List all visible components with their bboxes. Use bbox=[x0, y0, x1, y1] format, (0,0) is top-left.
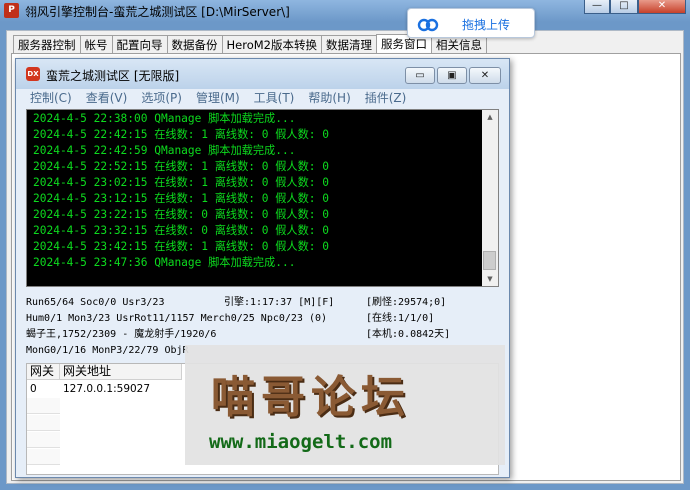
scroll-down-icon[interactable]: ▼ bbox=[482, 272, 498, 286]
log-line: 2024-4-5 22:42:15 在线数: 1 离线数: 0 假人数: 0 bbox=[33, 128, 330, 141]
dx-logo-icon: DX bbox=[26, 67, 40, 81]
outer-window-title: 翎风引擎控制台-蛮荒之城测试区 [D:\MirServer\] bbox=[25, 5, 290, 19]
table-row bbox=[27, 398, 60, 414]
log-line: 2024-4-5 22:52:15 在线数: 1 离线数: 0 假人数: 0 bbox=[33, 160, 330, 173]
inner-window-title: 蛮荒之城测试区 [无限版] bbox=[46, 69, 180, 83]
log-console[interactable]: 2024-4-5 22:38:00 QManage 脚本加载完成... 2024… bbox=[26, 109, 499, 287]
watermark-url: www.miaogelt.com bbox=[209, 431, 393, 453]
status-mon: MonG0/1/16 MonP3/22/79 ObjR bbox=[26, 345, 189, 356]
cloud-icon bbox=[417, 18, 439, 32]
menu-control[interactable]: 控制(C) bbox=[30, 89, 72, 107]
tab-server-control[interactable]: 服务器控制 bbox=[13, 35, 81, 54]
outer-minimize-button[interactable]: — bbox=[584, 0, 610, 14]
drag-upload-popup[interactable]: 拖拽上传 bbox=[407, 8, 535, 38]
inner-close-button[interactable]: ✕ bbox=[469, 67, 501, 84]
gateway-row-address[interactable]: 127.0.0.1:59027 bbox=[60, 381, 200, 398]
status-player: 蝎子王,1752/2309 - 魔龙射手/1920/6 bbox=[26, 329, 217, 340]
status-hum: Hum0/1 Mon3/23 UsrRot11/1157 Merch0/25 N… bbox=[26, 313, 328, 324]
log-line: 2024-4-5 23:22:15 在线数: 0 离线数: 0 假人数: 0 bbox=[33, 208, 330, 221]
app-logo-icon: P bbox=[4, 3, 19, 18]
gateway-row-id[interactable]: 0 bbox=[27, 381, 60, 398]
scroll-up-icon[interactable]: ▲ bbox=[482, 110, 498, 124]
drag-upload-label: 拖拽上传 bbox=[462, 18, 511, 32]
menu-options[interactable]: 选项(P) bbox=[141, 89, 182, 107]
gateway-address-col-header[interactable]: 网关地址 bbox=[60, 364, 182, 380]
menu-manage[interactable]: 管理(M) bbox=[196, 89, 240, 107]
watermark-title: 喵哥论坛 bbox=[211, 372, 411, 423]
gateway-col-header[interactable]: 网关 bbox=[27, 364, 60, 380]
tab-account[interactable]: 帐号 bbox=[79, 35, 113, 54]
table-row bbox=[27, 415, 60, 431]
status-run: Run65/64 Soc0/0 Usr3/23 bbox=[26, 297, 165, 308]
inner-title-bar[interactable]: DX 蛮荒之城测试区 [无限版] ▭ ▣ ✕ bbox=[16, 59, 509, 89]
inner-maximize-button[interactable]: ▣ bbox=[437, 67, 467, 84]
status-engine-time: 引擎:1:17:37 [M][F] bbox=[224, 297, 335, 308]
log-line: 2024-4-5 23:42:15 在线数: 1 离线数: 0 假人数: 0 bbox=[33, 240, 330, 253]
status-online: [在线:1/1/0] bbox=[366, 313, 435, 324]
tab-data-backup[interactable]: 数据备份 bbox=[166, 35, 223, 54]
menu-tools[interactable]: 工具(T) bbox=[254, 89, 295, 107]
status-local: [本机:0.0842天] bbox=[366, 329, 451, 340]
log-line: 2024-4-5 22:42:59 QManage 脚本加载完成... bbox=[33, 144, 296, 157]
table-row bbox=[27, 449, 60, 465]
outer-title-bar[interactable]: P 翎风引擎控制台-蛮荒之城测试区 [D:\MirServer\] — □ ✕ bbox=[0, 0, 690, 22]
log-line: 2024-4-5 23:12:15 在线数: 1 离线数: 0 假人数: 0 bbox=[33, 192, 330, 205]
log-line: 2024-4-5 23:02:15 在线数: 1 离线数: 0 假人数: 0 bbox=[33, 176, 330, 189]
tab-config-wizard[interactable]: 配置向导 bbox=[111, 35, 168, 54]
watermark: 喵哥论坛 www.miaogelt.com bbox=[185, 345, 505, 465]
scroll-thumb[interactable] bbox=[483, 251, 496, 270]
menu-help[interactable]: 帮助(H) bbox=[308, 89, 350, 107]
log-line: 2024-4-5 23:32:15 在线数: 0 离线数: 0 假人数: 0 bbox=[33, 224, 330, 237]
log-lines: 2024-4-5 22:38:00 QManage 脚本加载完成... 2024… bbox=[33, 111, 483, 281]
menu-bar: 控制(C) 查看(V) 选项(P) 管理(M) 工具(T) 帮助(H) 插件(Z) bbox=[16, 89, 509, 109]
menu-plugins[interactable]: 插件(Z) bbox=[365, 89, 407, 107]
menu-view[interactable]: 查看(V) bbox=[86, 89, 128, 107]
table-row bbox=[27, 432, 60, 448]
outer-close-button[interactable]: ✕ bbox=[638, 0, 686, 14]
log-scrollbar[interactable]: ▲ ▼ bbox=[482, 110, 498, 286]
log-line: 2024-4-5 22:38:00 QManage 脚本加载完成... bbox=[33, 112, 296, 125]
tab-herom2-convert[interactable]: HeroM2版本转换 bbox=[221, 35, 322, 54]
outer-maximize-button[interactable]: □ bbox=[610, 0, 638, 14]
tab-data-cleanup[interactable]: 数据清理 bbox=[320, 35, 377, 54]
inner-minimize-button[interactable]: ▭ bbox=[405, 67, 435, 84]
log-line: 2024-4-5 23:47:36 QManage 脚本加载完成... bbox=[33, 256, 296, 269]
status-monster-refresh: [刷怪:29574;0] bbox=[366, 297, 447, 308]
